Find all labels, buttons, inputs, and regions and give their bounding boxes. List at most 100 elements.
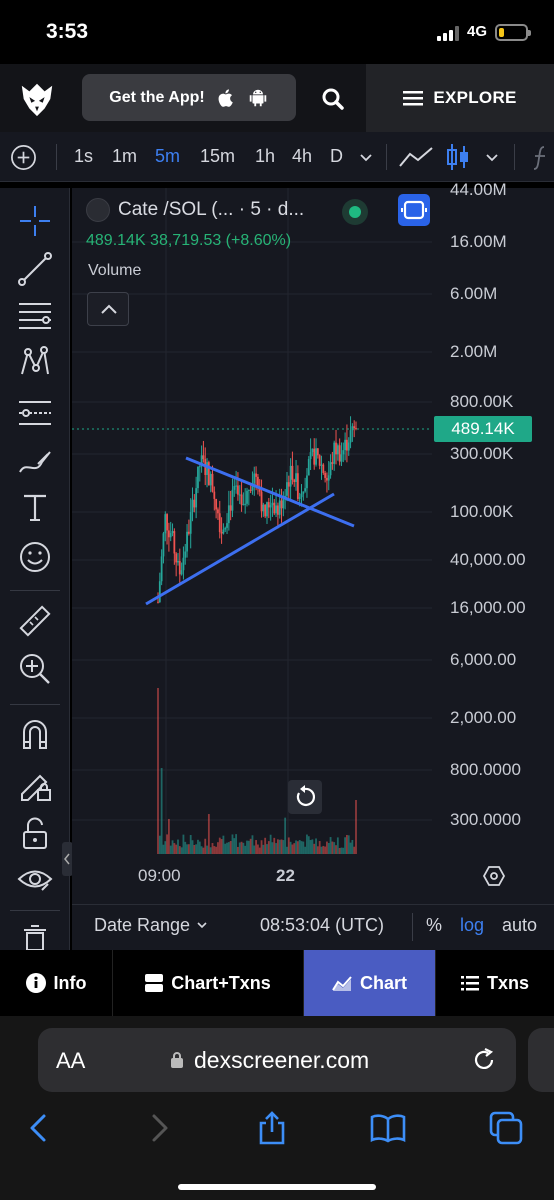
battery-icon xyxy=(495,24,531,41)
price-axis-label: 100.00K xyxy=(450,502,514,521)
reader-mode-button[interactable]: AA xyxy=(56,1048,85,1074)
chart-settings-icon[interactable] xyxy=(482,864,506,888)
volume-bar xyxy=(258,847,261,854)
candle-body xyxy=(344,439,347,451)
candle-body xyxy=(266,502,268,517)
volume-bar xyxy=(193,844,196,854)
candle-body xyxy=(315,448,317,465)
percent-scale-toggle[interactable]: % xyxy=(426,915,442,936)
timeframe-chevron-down-icon[interactable] xyxy=(358,150,374,164)
timeframe-15m[interactable]: 15m xyxy=(200,146,235,167)
zoom-in-icon[interactable] xyxy=(16,650,54,688)
get-app-label: Get the App! xyxy=(109,88,205,106)
price-axis-label: 2,000.00 xyxy=(450,708,517,727)
split-view-icon xyxy=(145,974,164,992)
volume-bar xyxy=(206,845,208,854)
volume-bar xyxy=(222,835,225,854)
forward-icon[interactable] xyxy=(140,1110,176,1146)
volume-bar xyxy=(296,841,299,854)
brush-icon[interactable] xyxy=(16,442,54,480)
back-icon[interactable] xyxy=(22,1110,58,1146)
candle-body xyxy=(213,491,216,499)
ruler-icon[interactable] xyxy=(16,602,54,640)
fullscreen-icon[interactable] xyxy=(398,194,430,226)
utc-time[interactable]: 08:53:04 (UTC) xyxy=(260,915,384,936)
volume-bar xyxy=(331,841,334,854)
volume-bar xyxy=(311,839,314,854)
volume-bar xyxy=(282,840,285,854)
price-chart[interactable]: Cate /SOL (... · 5 · d... 489.14K 38,719… xyxy=(72,180,554,904)
timeframe-5m[interactable]: 5m xyxy=(155,146,180,167)
volume-bar xyxy=(306,834,308,854)
browser-toolbar: AA dexscreener.com xyxy=(0,1016,554,1200)
volume-bar xyxy=(324,846,327,854)
date-range-button[interactable]: Date Range xyxy=(94,915,209,936)
unlock-icon[interactable] xyxy=(16,814,54,852)
candle-body xyxy=(278,500,281,515)
share-icon[interactable] xyxy=(254,1110,290,1146)
tab-txns[interactable]: Txns xyxy=(436,950,554,1016)
formula-icon[interactable] xyxy=(530,144,554,172)
tab-chart-txns[interactable]: Chart+Txns xyxy=(113,950,304,1016)
explore-button[interactable]: EXPLORE xyxy=(366,64,554,132)
candle-body xyxy=(167,530,170,538)
crosshair-icon[interactable] xyxy=(16,202,54,240)
candle-body xyxy=(171,531,174,534)
bookmarks-icon[interactable] xyxy=(370,1110,406,1146)
chart-type-chevron-down-icon[interactable] xyxy=(484,150,500,164)
volume-bar xyxy=(207,814,210,854)
reset-chart-button[interactable] xyxy=(288,780,322,814)
tabs-icon[interactable] xyxy=(488,1110,524,1146)
volume-bar xyxy=(171,840,174,854)
search-icon[interactable] xyxy=(318,84,348,114)
tab-info[interactable]: Info xyxy=(0,950,113,1016)
line-chart-icon[interactable] xyxy=(398,144,434,170)
volume-bar xyxy=(264,837,267,854)
lock-drawing-icon[interactable] xyxy=(16,766,54,804)
add-indicator-icon[interactable] xyxy=(10,144,37,171)
reload-icon[interactable] xyxy=(470,1046,498,1074)
log-scale-toggle[interactable]: log xyxy=(460,915,484,936)
volume-bar xyxy=(280,839,283,854)
emoji-icon[interactable] xyxy=(16,538,54,576)
chart-title[interactable]: Cate /SOL (... · 5 · d... xyxy=(118,199,304,221)
fib-retracement-icon[interactable] xyxy=(16,394,54,432)
timeframe-1m[interactable]: 1m xyxy=(112,146,137,167)
volume-collapse-button[interactable] xyxy=(87,292,129,326)
chevron-up-icon xyxy=(101,304,117,314)
candle-body xyxy=(255,473,257,477)
eye-icon[interactable] xyxy=(16,860,54,898)
address-bar[interactable]: AA dexscreener.com xyxy=(38,1028,516,1092)
dexscreener-logo-icon[interactable] xyxy=(18,80,56,118)
volume-bar xyxy=(253,845,256,854)
ohlc-values: 489.14K 38,719.53 (+8.60%) xyxy=(86,232,292,249)
get-app-button[interactable]: Get the App! xyxy=(82,74,296,121)
timeframe-1s[interactable]: 1s xyxy=(74,146,93,167)
volume-bar xyxy=(333,842,336,854)
chevron-down-icon xyxy=(197,922,207,929)
candle-body xyxy=(327,475,330,481)
timeframe-d[interactable]: D xyxy=(330,146,343,167)
candle-body xyxy=(300,493,303,498)
timeframe-4h[interactable]: 4h xyxy=(292,146,312,167)
candle-body xyxy=(320,464,323,466)
volume-bar xyxy=(186,844,188,854)
candlestick-icon[interactable] xyxy=(446,142,470,172)
trend-line-icon[interactable] xyxy=(16,250,54,288)
volume-bar xyxy=(347,835,350,854)
tab-chart[interactable]: Chart xyxy=(304,950,436,1016)
lock-icon xyxy=(171,1052,183,1068)
text-tool-icon[interactable] xyxy=(16,488,54,526)
trash-icon[interactable] xyxy=(16,924,54,950)
url-text[interactable]: dexscreener.com xyxy=(194,1047,369,1074)
next-tab-preview[interactable] xyxy=(528,1028,554,1092)
timeframe-1h[interactable]: 1h xyxy=(255,146,275,167)
pattern-icon[interactable] xyxy=(16,344,54,382)
candle-body xyxy=(306,475,308,489)
candle-body xyxy=(169,533,172,538)
candle-body xyxy=(291,465,294,480)
auto-scale-toggle[interactable]: auto xyxy=(502,915,537,936)
magnet-icon[interactable] xyxy=(16,716,54,754)
volume-bar xyxy=(220,839,223,854)
horizontal-lines-icon[interactable] xyxy=(16,296,54,334)
